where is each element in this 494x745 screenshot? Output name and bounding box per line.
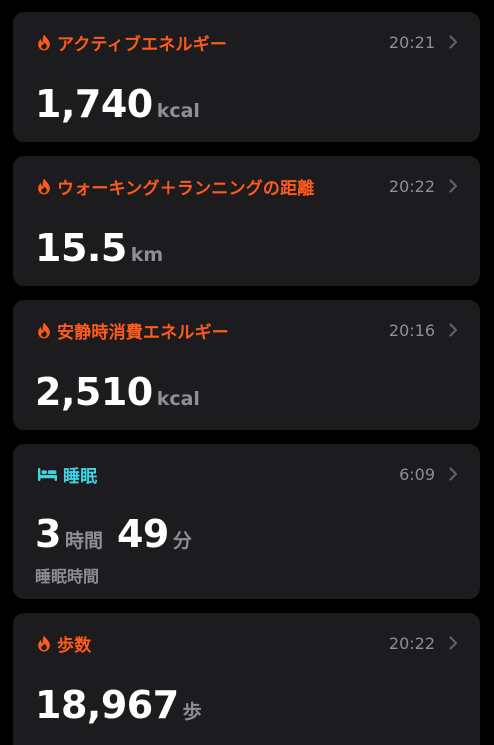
metric-value: 15.5 <box>35 226 127 270</box>
card-header: 睡眠 6:09 <box>36 461 458 487</box>
timestamp: 20:22 <box>388 176 435 196</box>
health-card-steps[interactable]: 歩数 20:22 18,967 歩 <box>13 613 480 745</box>
chevron-right-icon <box>449 35 458 49</box>
timestamp: 20:16 <box>388 320 435 340</box>
sleep-sublabel: 睡眠時間 <box>35 567 100 586</box>
card-title: アクティブエネルギー <box>57 34 228 55</box>
health-card-active-energy[interactable]: アクティブエネルギー 20:21 1,740 kcal <box>13 12 480 142</box>
card-header: 安静時消費エネルギー 20:16 <box>36 317 458 343</box>
metric-unit: 歩 <box>182 701 202 723</box>
metric-unit: kcal <box>156 100 200 122</box>
timestamp: 20:22 <box>388 633 435 653</box>
health-card-sleep[interactable]: 睡眠 6:09 3 時間 49 分 睡眠時間 <box>13 444 480 599</box>
card-header: ウォーキング＋ランニングの距離 20:22 <box>36 173 458 199</box>
card-title: 睡眠 <box>63 466 98 487</box>
metric-value-row: 18,967 歩 <box>35 683 202 727</box>
card-title: ウォーキング＋ランニングの距離 <box>57 178 315 199</box>
chevron-right-icon <box>449 179 458 193</box>
metric-value-row: 1,740 kcal <box>35 82 200 126</box>
sleep-hours-value: 3 <box>35 512 61 556</box>
health-card-walking-running-distance[interactable]: ウォーキング＋ランニングの距離 20:22 15.5 km <box>13 156 480 286</box>
metric-unit: kcal <box>156 388 200 410</box>
card-title: 安静時消費エネルギー <box>57 322 229 343</box>
metric-unit: km <box>130 244 164 266</box>
chevron-right-icon <box>449 636 458 650</box>
metric-value: 2,510 <box>35 370 153 414</box>
chevron-right-icon <box>449 323 458 337</box>
timestamp: 6:09 <box>399 464 435 484</box>
sleep-minutes-value: 49 <box>116 512 169 556</box>
sleep-duration-row: 3 時間 49 分 <box>35 512 192 556</box>
flame-icon <box>36 33 52 51</box>
card-header: 歩数 20:22 <box>36 630 458 656</box>
sleep-minutes-unit: 分 <box>172 530 192 552</box>
metric-value: 18,967 <box>35 683 179 727</box>
card-title: 歩数 <box>57 635 92 656</box>
timestamp: 20:21 <box>388 32 435 52</box>
chevron-right-icon <box>449 467 458 481</box>
metric-value-row: 15.5 km <box>35 226 163 270</box>
health-card-resting-energy[interactable]: 安静時消費エネルギー 20:16 2,510 kcal <box>13 300 480 430</box>
flame-icon <box>36 321 52 339</box>
metric-value: 1,740 <box>35 82 153 126</box>
metric-value-row: 2,510 kcal <box>35 370 200 414</box>
flame-icon <box>36 634 52 652</box>
flame-icon <box>36 177 52 195</box>
sleep-hours-unit: 時間 <box>64 530 103 552</box>
card-header: アクティブエネルギー 20:21 <box>36 29 458 55</box>
bed-icon <box>36 465 58 483</box>
